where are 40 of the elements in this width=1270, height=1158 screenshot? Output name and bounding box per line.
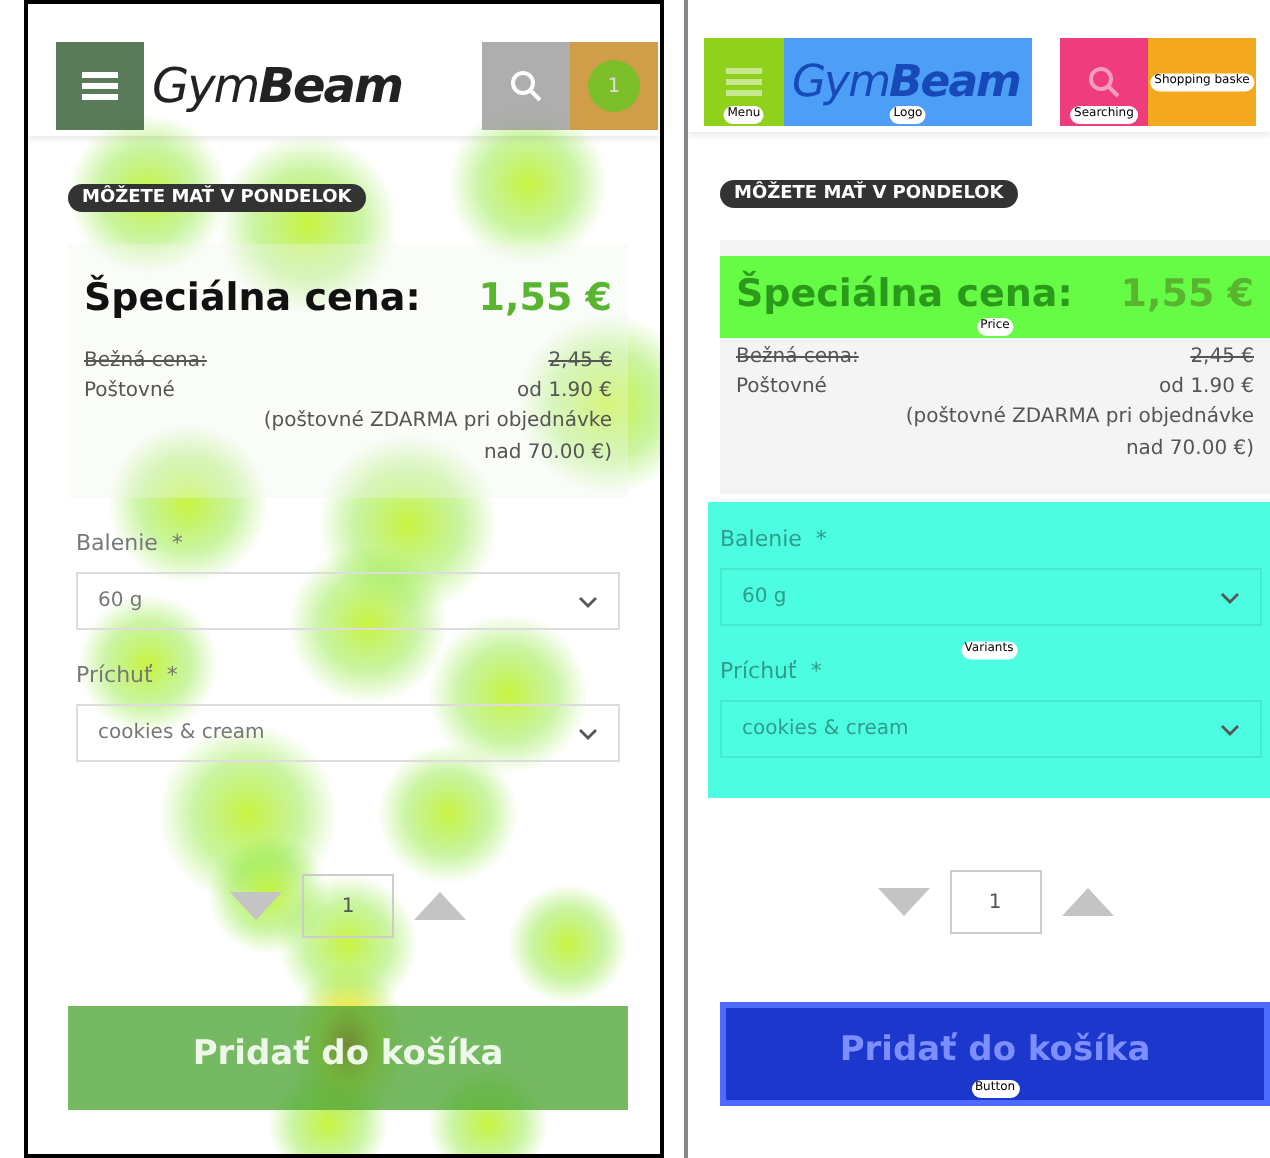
quantity-field[interactable]: 1 <box>302 874 394 938</box>
regular-price: 2,45 € <box>1190 346 1254 368</box>
shipping-label: Poštovné <box>736 376 827 398</box>
regular-price-label: Bežná cena: <box>84 350 207 372</box>
decrease-button[interactable] <box>877 888 929 916</box>
shipping-price: od 1.90 € <box>1159 376 1254 398</box>
special-price-label: Špeciálna cena: <box>736 272 1073 316</box>
cart-count-badge: 1 <box>587 60 640 112</box>
search-button[interactable] <box>481 42 570 130</box>
gymbeam-logo[interactable]: GymBeam <box>144 42 410 130</box>
chevron-icon <box>1220 591 1240 603</box>
menu-icon <box>82 72 118 100</box>
field-label: Balenie * <box>720 526 829 552</box>
regular-price: 2,45 € <box>548 350 612 372</box>
heat-spot <box>508 884 628 1004</box>
delivery-badge: MÔŽETE MAŤ V PONDELOK <box>720 180 1018 208</box>
shipping-note: (poštovné ZDARMA pri objednávke nad 70.00 €) <box>261 408 614 468</box>
search-icon <box>1087 66 1120 98</box>
chevron-icon <box>1220 723 1240 735</box>
shipping-note: (poštovné ZDARMA pri objednávke nad 70.00 €) <box>903 404 1256 464</box>
search-icon <box>509 70 542 102</box>
regular-price-label: Bežná cena: <box>736 346 859 368</box>
increase-button[interactable] <box>414 892 466 920</box>
chevron-icon <box>578 595 598 607</box>
menu-icon <box>726 68 762 96</box>
increase-button[interactable] <box>1061 888 1113 916</box>
select-field[interactable]: 60 g <box>76 572 620 630</box>
chevron-icon <box>578 727 598 739</box>
quantity-field[interactable]: 1 <box>949 870 1041 934</box>
special-price-label: Špeciálna cena: <box>84 276 421 320</box>
delivery-badge: MÔŽETE MAŤ V PONDELOK <box>68 184 366 212</box>
shipping-label: Poštovné <box>84 380 175 402</box>
shipping-price: od 1.90 € <box>517 380 612 402</box>
decrease-button[interactable] <box>230 892 282 920</box>
field-label: Príchuť * <box>720 658 824 684</box>
special-price: 1,55 € <box>1120 272 1254 316</box>
heat-spot <box>378 744 518 884</box>
menu-button[interactable] <box>56 42 144 130</box>
select-field[interactable]: cookies & cream <box>76 704 620 762</box>
special-price: 1,55 € <box>478 276 612 320</box>
